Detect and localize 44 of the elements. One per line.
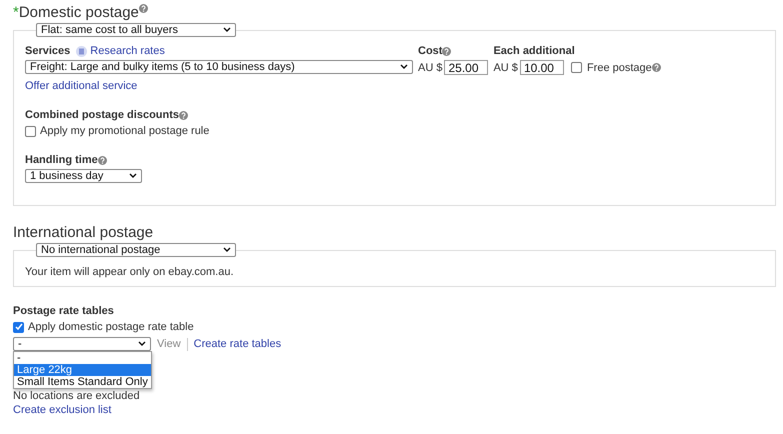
service-select[interactable]: Freight: Large and bulky items (5 to 10 business days) bbox=[25, 60, 413, 74]
create-exclusion-link[interactable]: Create exclusion list bbox=[13, 404, 776, 416]
section-title: International postage bbox=[13, 224, 154, 241]
international-type-select[interactable]: No international postage bbox=[36, 243, 236, 257]
create-rate-tables-link[interactable]: Create rate tables bbox=[194, 338, 282, 350]
help-icon[interactable] bbox=[138, 4, 148, 13]
field-label: Cost bbox=[418, 45, 442, 57]
info-text: Your item will appear only on ebay.com.au. bbox=[25, 266, 234, 278]
postage-type-select[interactable]: Flat: same cost to all buyers bbox=[36, 23, 236, 37]
section-title: Domestic postage bbox=[18, 4, 139, 21]
checkbox[interactable] bbox=[13, 322, 24, 332]
chevron-icon bbox=[223, 247, 231, 253]
currency-label: AU $ bbox=[418, 62, 442, 74]
cost-field[interactable]: 25.00 bbox=[444, 60, 488, 75]
help-icon[interactable] bbox=[442, 46, 452, 56]
additional-cost-field[interactable]: 10.00 bbox=[520, 60, 564, 75]
dropdown-option[interactable]: Small Items Standard Only bbox=[14, 376, 151, 388]
help-icon[interactable] bbox=[179, 110, 188, 120]
view-link[interactable]: View bbox=[157, 338, 181, 350]
handling-time-select[interactable]: 1 business day bbox=[25, 169, 142, 183]
exclusion-note: No locations are excluded bbox=[13, 390, 141, 402]
chevron-icon bbox=[400, 64, 408, 70]
research-rates-link[interactable]: Research rates bbox=[90, 45, 165, 57]
chevron-icon bbox=[129, 173, 137, 179]
section-heading: Postage rate tables bbox=[13, 305, 115, 317]
field-label: Handling time bbox=[25, 154, 98, 166]
chevron-icon bbox=[223, 27, 231, 33]
rate-table-select[interactable]: - bbox=[13, 337, 151, 351]
checkbox-label: Apply domestic postage rate table bbox=[28, 321, 194, 333]
chevron-icon bbox=[138, 341, 146, 347]
required-mark: * bbox=[13, 4, 19, 21]
currency-label: AU $ bbox=[493, 62, 518, 74]
offer-service-link[interactable]: Offer additional service bbox=[25, 80, 138, 92]
checkbox[interactable] bbox=[570, 62, 582, 73]
field-label: Services bbox=[25, 45, 70, 57]
checkbox[interactable] bbox=[25, 126, 36, 136]
dropdown-option[interactable]: Large 22kg bbox=[14, 364, 151, 376]
help-icon[interactable] bbox=[98, 156, 107, 164]
dropdown-option[interactable]: - bbox=[14, 352, 151, 364]
checkbox-label: Apply my promotional postage rule bbox=[40, 125, 210, 137]
field-label: Combined postage discounts bbox=[25, 109, 180, 121]
checkbox-label: Free postage bbox=[586, 62, 652, 74]
help-icon[interactable] bbox=[652, 63, 661, 72]
field-label: Each additional bbox=[493, 45, 576, 57]
